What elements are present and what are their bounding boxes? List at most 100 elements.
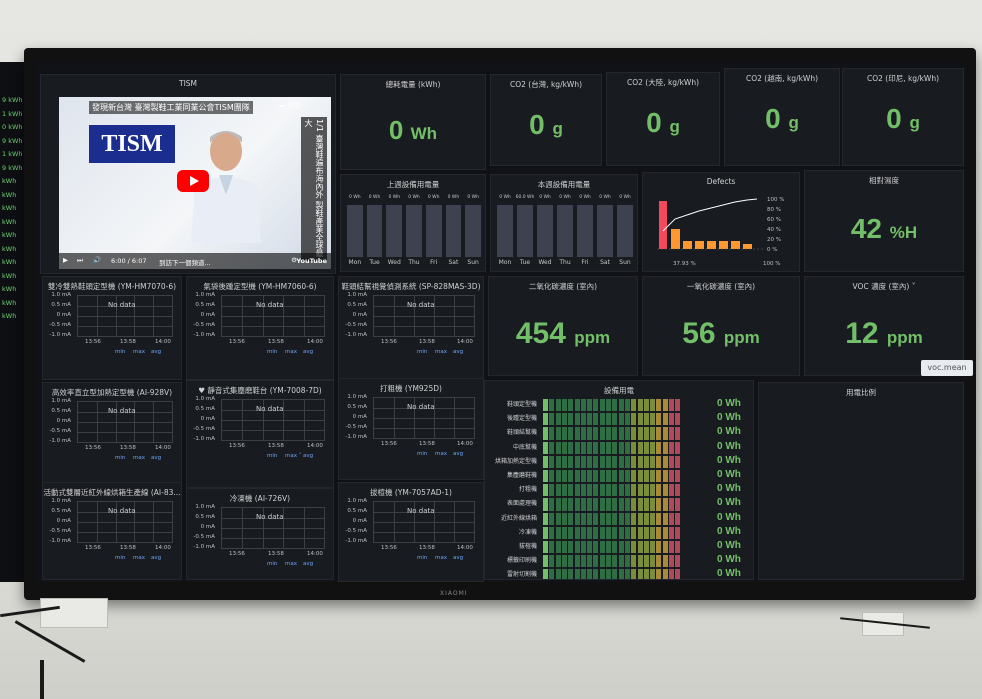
gradient-cell — [650, 555, 656, 568]
legend-avg[interactable]: avg — [151, 349, 161, 355]
day-label: Sat — [448, 259, 459, 266]
gradient-cell — [624, 413, 630, 426]
gradient-cell — [606, 427, 611, 440]
volume-icon[interactable]: 🔊 — [93, 256, 101, 264]
y-tick-label: -0.5 mA — [345, 424, 367, 430]
play-pause-icon[interactable]: ▶ — [63, 256, 68, 264]
legend-min[interactable]: min — [267, 349, 277, 355]
legend-max[interactable]: max — [133, 555, 145, 561]
machine-panel: 高效率直立型加熱定型機 (AI-928V) 1.0 mA 0.5 mA 0 mA -0.… — [42, 382, 182, 488]
legend-avg[interactable]: avg — [303, 349, 313, 355]
machine-panel: 冷凍機 (AI-726V) 1.0 mA 0.5 mA 0 mA -0.5 mA -1.0… — [186, 488, 334, 580]
legend-max[interactable]: max — [133, 349, 145, 355]
equipment-row-label: 標籤印刷機 — [506, 557, 537, 565]
equipment-row-label: 冷凍機 — [518, 528, 537, 536]
legend-max[interactable]: max — [435, 451, 447, 457]
gradient-cell — [662, 455, 668, 468]
legend-max[interactable]: max — [285, 349, 297, 355]
day-label: Fri — [581, 259, 589, 266]
gradient-cell — [624, 399, 630, 412]
legend-min[interactable]: min — [115, 555, 125, 561]
equipment-row-value: 0 Wh — [717, 525, 741, 537]
legend-avg[interactable]: avg — [453, 555, 463, 561]
this-week-title: 本週設備用電量 — [537, 180, 591, 189]
equipment-row-label: 打粗機 — [518, 486, 537, 494]
legend-max[interactable]: max ˅ — [285, 453, 301, 459]
gradient-cell — [593, 413, 599, 426]
gradient-cell — [580, 569, 586, 579]
gradient-cell — [606, 470, 611, 483]
voc-title[interactable]: VOC 濃度 (室內) ˅ — [805, 281, 963, 292]
legend-min[interactable]: min — [267, 561, 277, 567]
gradient-cell — [643, 498, 649, 511]
gradient-cell — [555, 569, 561, 579]
gradient-cell — [587, 526, 593, 539]
next-icon[interactable]: ⏭ — [77, 256, 83, 265]
youtube-logo[interactable]: YouTube — [296, 257, 327, 265]
equipment-row-value: 0 Wh — [717, 469, 741, 480]
week-bar — [366, 205, 383, 257]
share-button[interactable]: ➦ 分享 — [279, 101, 301, 111]
legend-max[interactable]: max — [435, 349, 447, 355]
legend-min[interactable]: min — [267, 453, 277, 459]
x-tick-label: 13:58 — [419, 545, 435, 551]
video-title[interactable]: 發現新台灣 臺灣製鞋工業同業公會TISM團隊 — [89, 101, 253, 114]
legend-avg[interactable]: avg — [151, 455, 161, 461]
gradient-cell — [549, 569, 555, 579]
y-tick-label: 1.0 mA — [51, 398, 71, 404]
gradient-cell — [650, 441, 656, 454]
legend-avg[interactable]: avg — [303, 453, 313, 459]
machine-panel-title: ♥ 靜音式集塵磨鞋台 (YM-7008-7D) — [198, 386, 322, 395]
gradient-cell — [549, 427, 555, 440]
gradient-cell — [568, 455, 574, 468]
co-concentration-stat: 56 ppm — [682, 317, 760, 350]
play-button[interactable] — [177, 170, 209, 192]
chevron-down-icon[interactable]: ˅ — [912, 282, 916, 291]
legend-avg[interactable]: avg — [453, 349, 463, 355]
gradient-cell — [650, 455, 656, 468]
x-tick-label: 14:00 — [457, 441, 473, 447]
gradient-cell — [549, 512, 555, 525]
cable — [40, 660, 44, 699]
co2-stat: 0 g — [646, 107, 680, 138]
gradient-cell — [656, 541, 662, 554]
legend-min[interactable]: min — [115, 455, 125, 461]
legend-max[interactable]: max — [285, 561, 297, 567]
video-time: 6:00 / 6:07 — [111, 257, 147, 265]
legend-min[interactable]: min — [417, 555, 427, 561]
gradient-cell — [643, 555, 649, 568]
legend-min[interactable]: min — [417, 349, 427, 355]
gradient-cell — [612, 455, 618, 468]
gradient-cell — [561, 413, 567, 426]
legend-min[interactable]: min — [115, 349, 125, 355]
legend-max[interactable]: max — [133, 455, 145, 461]
gradient-cell — [593, 512, 599, 525]
gradient-cell — [599, 512, 605, 525]
equipment-row-label: 近紅外線烘箱 — [500, 514, 537, 522]
equipment-row-label: 雷射切割機 — [506, 571, 537, 579]
gradient-cell — [580, 455, 586, 468]
day-label: Fri — [430, 259, 438, 266]
legend-min[interactable]: min — [417, 451, 427, 457]
gradient-cell — [593, 399, 599, 412]
gradient-cell — [650, 413, 656, 426]
gradient-cell — [549, 541, 555, 554]
bar-top-label: 0 Wh — [388, 195, 401, 200]
gradient-cell — [669, 413, 674, 426]
legend-avg[interactable]: avg — [453, 451, 463, 457]
gradient-cell — [580, 555, 586, 568]
gradient-cell — [606, 413, 611, 426]
voc-tooltip: voc.mean — [921, 360, 973, 376]
legend-avg[interactable]: avg — [303, 561, 313, 567]
gradient-cell — [637, 541, 643, 554]
y-tick-label: 0 mA — [56, 518, 71, 524]
youtube-player[interactable]: 發現新台灣 臺灣製鞋工業同業公會TISM團隊 ➦ 分享 TISM 1/1 臺灣鞋… — [59, 97, 331, 269]
day-label: Tue — [369, 259, 380, 266]
equipment-row-value: 0 Wh — [717, 483, 741, 495]
grid-line — [242, 296, 244, 336]
legend-avg[interactable]: avg — [151, 555, 161, 561]
gradient-cell — [543, 526, 548, 539]
legend-max[interactable]: max — [435, 555, 447, 561]
gradient-cell — [631, 399, 637, 412]
gradient-cell — [549, 526, 555, 539]
